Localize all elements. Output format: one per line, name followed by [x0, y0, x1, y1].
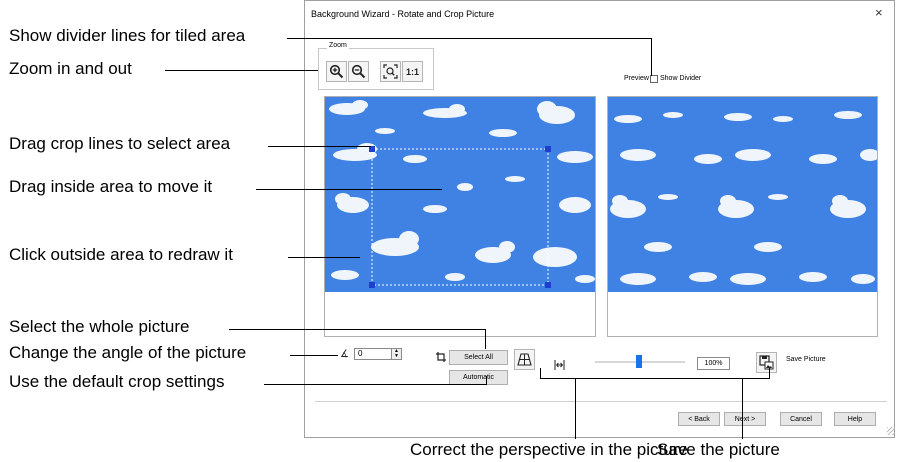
zoom-one-to-one-label: 1:1: [405, 66, 419, 77]
crop-rectangle[interactable]: [325, 97, 596, 337]
perspective-icon: [517, 353, 532, 366]
annotation-zoom: Zoom in and out: [9, 59, 132, 78]
zoom-slider[interactable]: [595, 353, 685, 371]
help-button[interactable]: Help: [834, 412, 876, 426]
angle-spinner[interactable]: 0 ▲ ▼: [354, 348, 402, 360]
zoom-slider-thumb[interactable]: [636, 355, 642, 368]
zoom-percent-value: 100%: [704, 360, 723, 367]
save-picture-label: Save Picture: [786, 356, 826, 363]
leader-select-whole-v: [485, 329, 486, 349]
leader-crop-lines: [268, 146, 371, 147]
annotation-crop-lines: Drag crop lines to select area: [9, 134, 231, 153]
annotation-save-picture: Save the picture: [657, 440, 780, 459]
zoom-out-icon: [351, 64, 366, 79]
leader-select-whole-h: [229, 329, 486, 330]
zoom-one-to-one-button[interactable]: 1:1: [402, 61, 423, 82]
zoom-group-label: Zoom: [327, 42, 349, 49]
angle-icon: ∡: [340, 349, 349, 360]
next-button[interactable]: Next >: [724, 412, 766, 426]
tiled-preview-image: [608, 97, 877, 292]
leader-save-v: [742, 378, 743, 439]
back-button[interactable]: < Back: [678, 412, 720, 426]
cancel-button[interactable]: Cancel: [780, 412, 822, 426]
automatic-button[interactable]: Automatic: [449, 370, 508, 385]
preview-label: Preview: [624, 75, 649, 82]
dialog-title: Background Wizard - Rotate and Crop Pict…: [311, 9, 495, 19]
angle-spinner-arrows[interactable]: ▲ ▼: [391, 349, 401, 359]
show-divider-label: Show Divider: [660, 75, 702, 82]
crop-handle-top-right: [545, 146, 551, 152]
leader-perspective-v: [575, 378, 576, 439]
annotation-click-outside: Click outside area to redraw it: [9, 245, 233, 264]
leader-show-divider-v: [651, 38, 652, 76]
crop-handle-bottom-left: [369, 282, 375, 288]
angle-value: 0: [358, 349, 363, 358]
leader-click-outside: [288, 257, 360, 258]
annotation-show-divider: Show divider lines for tiled area: [9, 26, 246, 45]
background-wizard-dialog: Background Wizard - Rotate and Crop Pict…: [304, 0, 895, 438]
dialog-separator: [315, 401, 887, 402]
zoom-fit-icon: [383, 64, 398, 79]
crop-picture-pane[interactable]: [324, 96, 596, 337]
crop-icon: [436, 349, 446, 367]
zoom-out-button[interactable]: [348, 61, 369, 82]
leader-zoom: [165, 70, 318, 71]
annotation-perspective: Correct the perspective in the picture: [410, 440, 688, 459]
leader-bracket-left: [540, 368, 541, 379]
close-icon[interactable]: ×: [875, 5, 883, 20]
annotation-default-crop: Use the default crop settings: [9, 372, 225, 391]
annotation-drag-inside: Drag inside area to move it: [9, 177, 213, 196]
zoom-fit-button[interactable]: [380, 61, 401, 82]
leader-show-divider-h: [287, 38, 651, 39]
zoom-percent-field[interactable]: 100%: [697, 357, 730, 370]
leader-bracket-right: [769, 368, 770, 379]
show-divider-checkbox[interactable]: [650, 75, 658, 83]
annotation-select-whole: Select the whole picture: [9, 317, 190, 336]
crop-handle-bottom-right: [545, 282, 551, 288]
annotation-change-angle: Change the angle of the picture: [9, 343, 247, 362]
zoom-in-button[interactable]: [326, 61, 347, 82]
save-picture-button[interactable]: [756, 352, 777, 373]
leader-default-crop-h: [264, 384, 487, 385]
zoom-in-icon: [329, 64, 344, 79]
perspective-button[interactable]: [514, 349, 535, 370]
fit-width-icon: [554, 357, 565, 375]
leader-drag-inside: [256, 189, 442, 190]
resize-grip[interactable]: [887, 427, 895, 435]
save-picture-icon: [759, 355, 774, 370]
leader-change-angle: [290, 355, 338, 356]
leader-default-crop-v: [486, 376, 487, 385]
select-all-button[interactable]: Select All: [449, 350, 508, 365]
preview-pane: [607, 96, 878, 337]
